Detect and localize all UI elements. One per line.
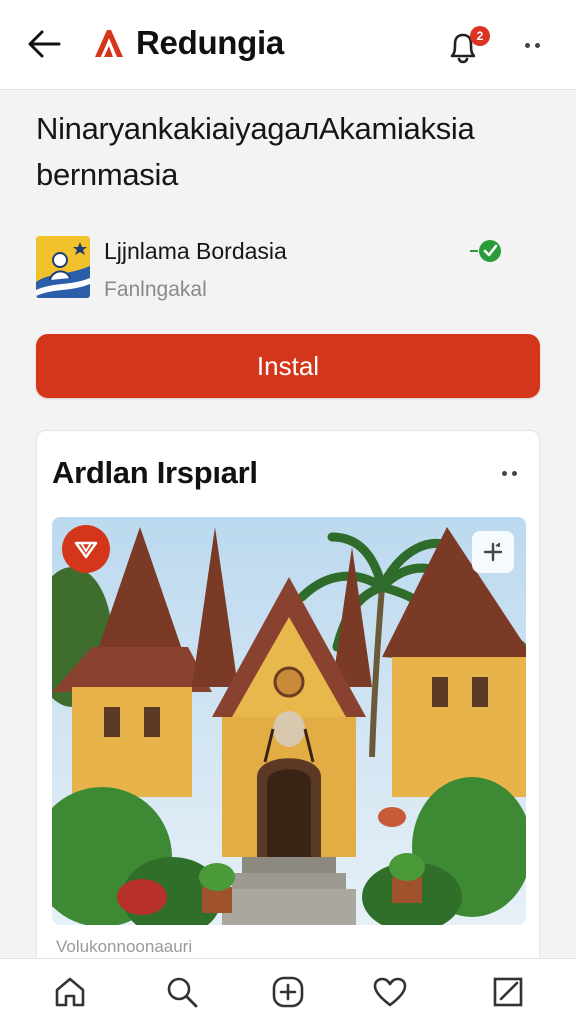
nav-search[interactable] — [162, 973, 202, 1011]
dot-icon — [501, 470, 507, 476]
bottom-navigation — [0, 958, 576, 1024]
notification-badge: 2 — [470, 26, 490, 46]
expand-button[interactable] — [472, 531, 514, 573]
compose-icon — [493, 977, 523, 1007]
headline-line-2: bernmasia — [36, 157, 179, 192]
brand-title: Redungia — [136, 24, 284, 61]
dot-icon — [511, 470, 517, 476]
install-button[interactable]: Instal — [36, 334, 540, 398]
nav-home[interactable] — [50, 973, 90, 1011]
app-name: Ljjnlama Bordasia — [104, 238, 287, 264]
dot-icon — [524, 42, 530, 48]
app-subtitle: Fanlngakal — [104, 278, 207, 301]
verified-badge — [470, 236, 506, 266]
notifications-button[interactable]: 2 — [444, 24, 490, 64]
headline-line-1: NinaryankakiaiyagaлAkamiaksia — [36, 111, 475, 146]
create-icon — [272, 976, 304, 1008]
card-more-button[interactable] — [493, 461, 525, 485]
app-listing[interactable]: Ljjnlama Bordasia Fanlngakal — [36, 234, 540, 304]
verified-check-icon — [470, 240, 501, 262]
home-icon — [55, 977, 85, 1007]
post-card: Ardlan Irspıarl Volukonnoonaauri — [36, 430, 540, 1024]
expand-icon — [483, 542, 503, 562]
nav-compose[interactable] — [488, 973, 528, 1011]
nav-create[interactable] — [268, 973, 308, 1011]
back-button[interactable] — [24, 26, 64, 62]
nav-favorites[interactable] — [370, 973, 410, 1011]
page-headline: NinaryankakiaiyagaлAkamiaksia bernmasia — [36, 106, 546, 198]
card-caption: Volukonnoonaauri — [56, 937, 193, 956]
more-options-button[interactable] — [514, 30, 550, 60]
back-arrow-icon — [28, 30, 61, 58]
app-icon — [36, 236, 90, 298]
heart-icon — [373, 977, 407, 1007]
search-icon — [167, 977, 198, 1008]
top-bar: Redungia 2 — [0, 0, 576, 90]
dot-icon — [534, 42, 540, 48]
temple-photo[interactable] — [52, 517, 526, 925]
brand[interactable]: Redungia — [92, 24, 284, 62]
card-title: Ardlan Irspıarl — [52, 455, 258, 490]
pin-badge-icon[interactable] — [62, 525, 110, 573]
brand-logo-icon — [95, 30, 123, 58]
